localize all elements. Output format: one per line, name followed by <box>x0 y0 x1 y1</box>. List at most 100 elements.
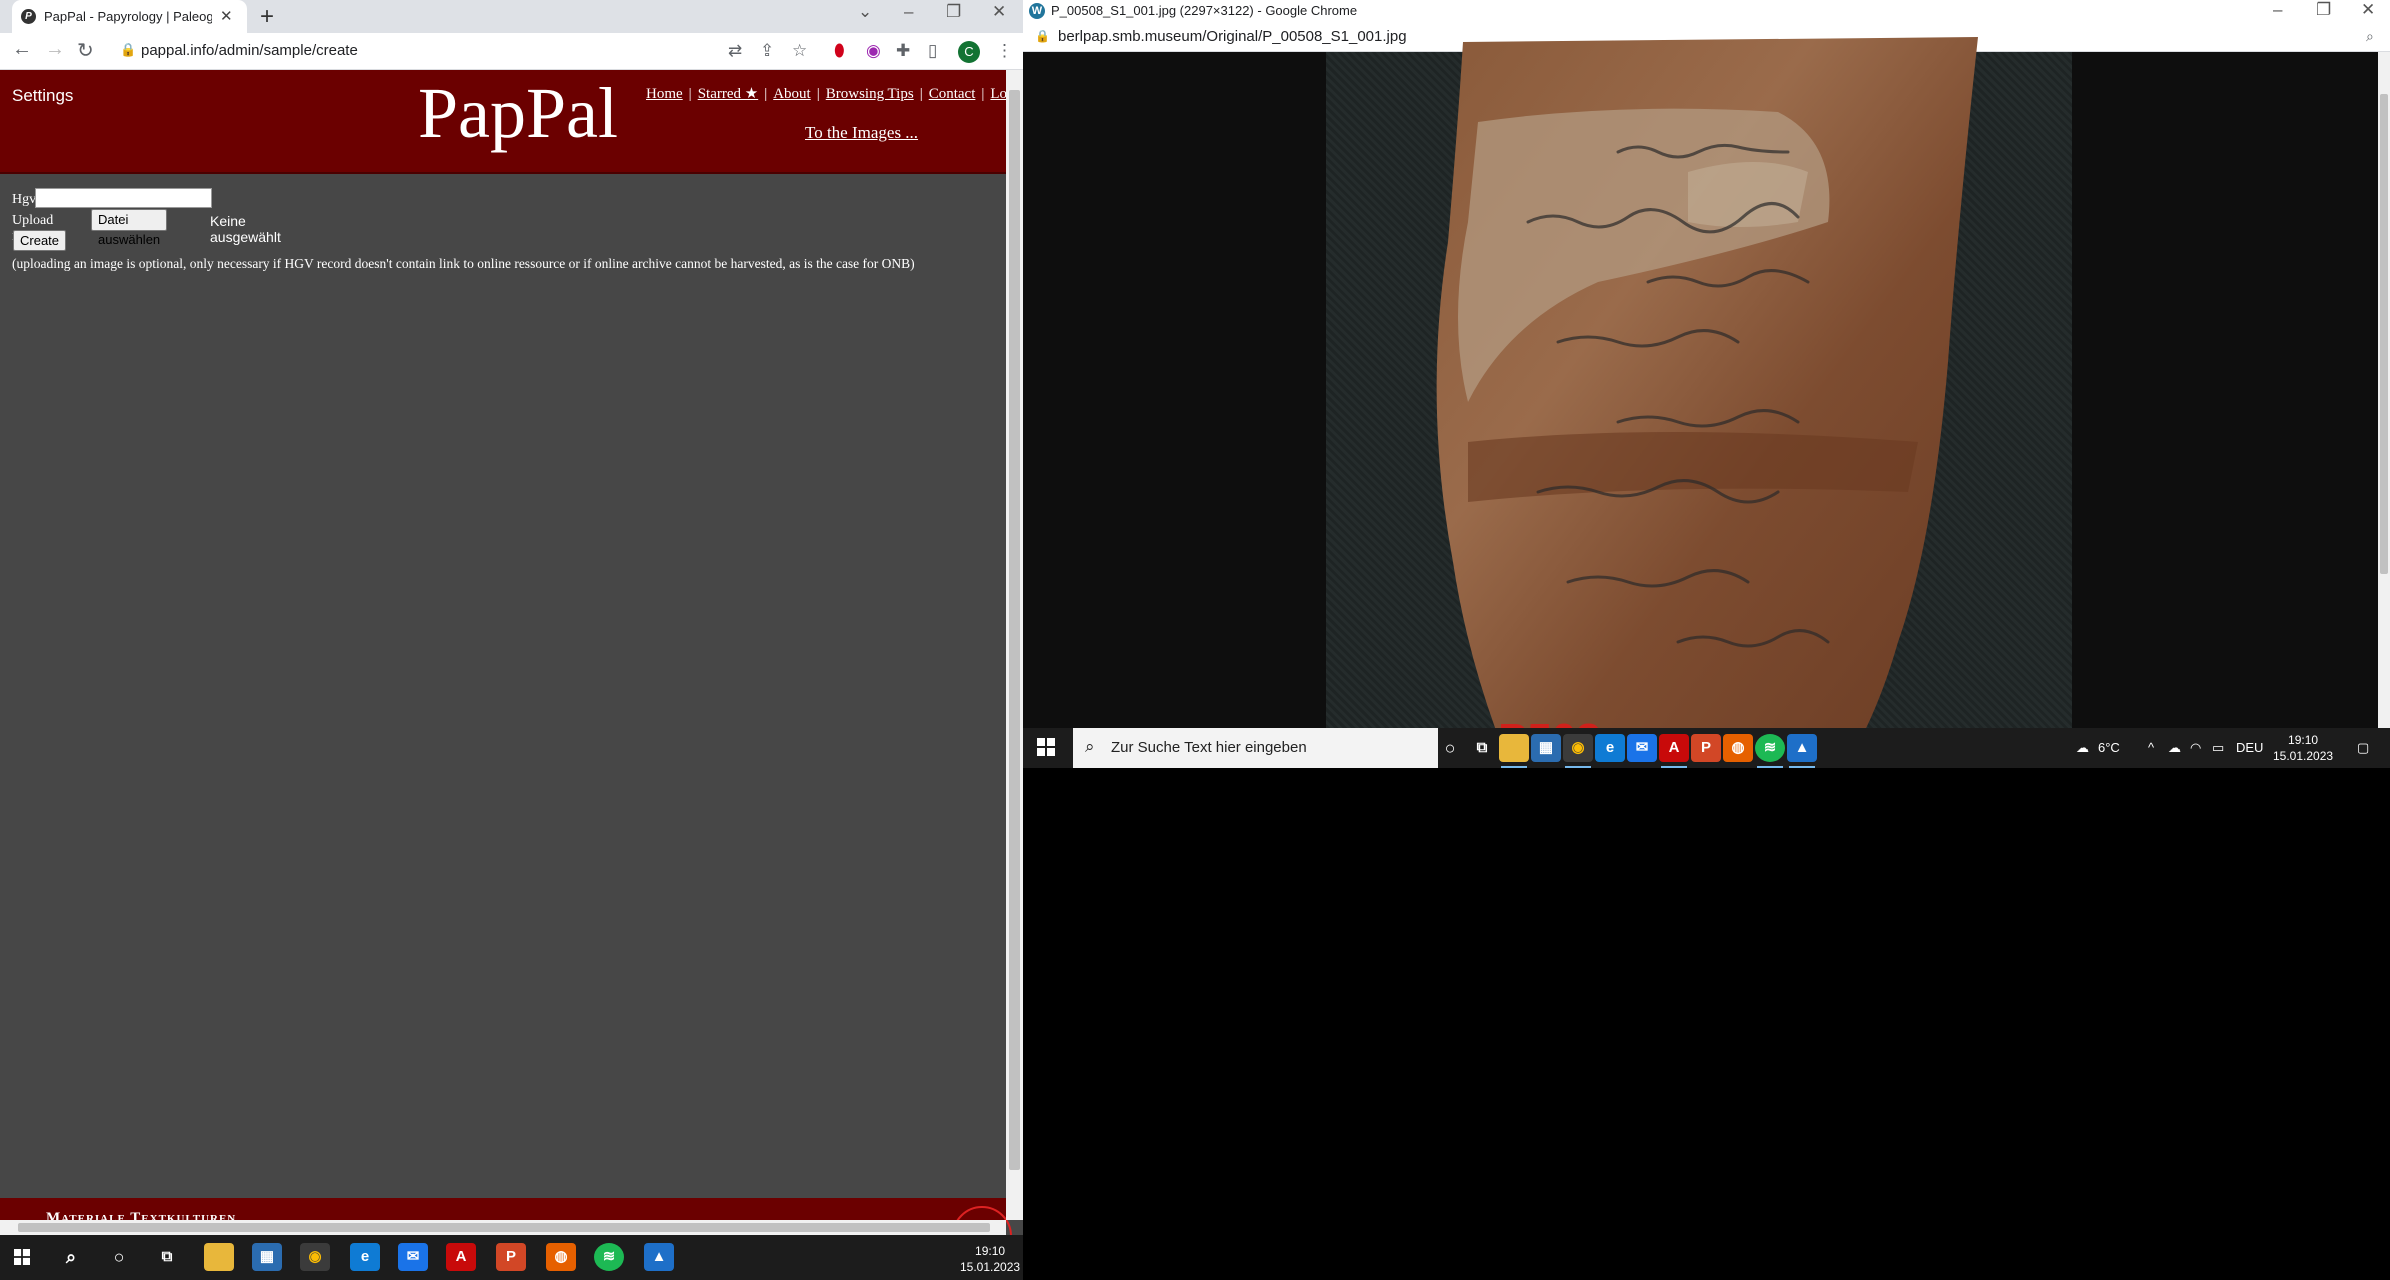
minimize-icon[interactable]: – <box>2273 0 2282 20</box>
address-bar[interactable]: pappal.info/admin/sample/create <box>141 42 358 59</box>
firefox-icon[interactable]: ◍ <box>1723 734 1753 762</box>
tab-title: PapPal - Papyrology | Paleography <box>44 9 212 24</box>
clock-time: 19:10 <box>2288 733 2319 747</box>
task-view-icon[interactable]: ⧉ <box>1467 734 1497 762</box>
close-window-icon[interactable]: ✕ <box>992 2 1006 22</box>
menu-icon[interactable]: ⋮ <box>996 41 1013 61</box>
powerpoint-icon[interactable]: P <box>1691 734 1721 762</box>
close-window-icon[interactable]: ✕ <box>2361 0 2375 20</box>
upload-note: (uploading an image is optional, only ne… <box>12 256 915 271</box>
wifi-icon[interactable]: ◠ <box>2190 740 2201 756</box>
wordpress-icon: W <box>1029 3 1045 19</box>
edge-icon[interactable]: e <box>350 1243 380 1271</box>
create-button[interactable]: Create <box>13 230 67 251</box>
language-indicator[interactable]: DEU <box>2236 740 2263 755</box>
spotify-icon[interactable]: ≋ <box>1755 734 1785 768</box>
task-view-icon[interactable]: ⧉ <box>152 1243 182 1271</box>
onedrive-icon[interactable]: ☁ <box>2168 740 2181 756</box>
nav-home[interactable]: Home <box>646 86 683 102</box>
tab-search-icon[interactable]: ⌄ <box>858 2 872 22</box>
cortana-icon[interactable]: ○ <box>104 1243 134 1271</box>
choose-file-button[interactable]: Datei auswählen <box>91 209 168 247</box>
vertical-scroll-thumb[interactable] <box>2380 94 2388 574</box>
file-explorer-icon[interactable] <box>1499 734 1529 768</box>
acrobat-icon[interactable]: A <box>1659 734 1689 768</box>
chrome-icon[interactable]: ◉ <box>1563 734 1593 768</box>
right-browser-window: W P_00508_S1_001.jpg (2297×3122) - Googl… <box>1023 0 2390 728</box>
clock-time: 19:10 <box>975 1244 1006 1258</box>
site-header: Settings PapPal Home | Starred ★ | About | Bro… <box>0 70 1023 174</box>
cortana-icon[interactable]: ○ <box>1435 734 1465 762</box>
back-icon[interactable]: ← <box>12 38 32 61</box>
mail-icon[interactable]: ✉ <box>398 1243 428 1271</box>
profile-avatar[interactable]: C <box>958 41 980 63</box>
edge-icon[interactable]: e <box>1595 734 1625 762</box>
extension-purple-icon[interactable]: ◉ <box>866 41 881 61</box>
clock-date: 15.01.2023 <box>960 1260 1021 1274</box>
lock-icon[interactable]: 🔒 <box>120 42 136 58</box>
windows-start-icon[interactable] <box>1037 738 1055 756</box>
nav-starred[interactable]: Starred ★ <box>698 86 759 102</box>
taskbar-clock[interactable]: 19:10 15.01.2023 <box>2273 732 2333 764</box>
nav-about[interactable]: About <box>773 86 811 102</box>
chrome-icon[interactable]: ◉ <box>300 1243 330 1271</box>
hgv-label: Hgv <box>12 192 37 207</box>
lock-icon[interactable]: 🔒 <box>1035 29 1050 43</box>
zoom-icon[interactable]: ⌕ <box>2366 28 2374 45</box>
tab-close-icon[interactable]: ✕ <box>220 7 233 25</box>
powerpoint-icon[interactable]: P <box>496 1243 526 1271</box>
share-icon[interactable]: ⇪ <box>760 41 774 61</box>
minimize-icon[interactable]: – <box>904 2 913 22</box>
to-the-images-link[interactable]: To the Images ... <box>805 123 918 143</box>
image-viewer: P508 <box>1023 37 2378 728</box>
photos-icon[interactable]: ▲ <box>1787 734 1817 768</box>
file-status-text: Keine ausgewählt <box>210 213 281 245</box>
vertical-scroll-thumb[interactable] <box>1009 90 1020 1170</box>
windows-start-icon[interactable] <box>14 1249 30 1265</box>
nav-browsing-tips[interactable]: Browsing Tips <box>826 86 914 102</box>
tab-strip: P PapPal - Papyrology | Paleography ✕ + … <box>0 0 1023 33</box>
forward-icon[interactable]: → <box>45 38 65 61</box>
left-browser-window: P PapPal - Papyrology | Paleography ✕ + … <box>0 0 1023 1235</box>
taskbar-clock[interactable]: 19:10 15.01.2023 <box>960 1243 1020 1275</box>
photos-icon[interactable]: ▲ <box>644 1243 674 1271</box>
bookmark-star-icon[interactable]: ☆ <box>792 41 807 61</box>
file-explorer-icon[interactable] <box>204 1243 234 1271</box>
window-title-bar: W P_00508_S1_001.jpg (2297×3122) - Googl… <box>1023 0 2390 22</box>
translate-icon[interactable]: ⇄ <box>728 41 742 61</box>
extension-red-icon[interactable]: ⬮ <box>834 41 845 61</box>
top-navigation: Home | Starred ★ | About | Browsing Tips | Conta… <box>646 84 1023 103</box>
horizontal-scroll-thumb[interactable] <box>18 1223 990 1232</box>
extensions-puzzle-icon[interactable]: ✚ <box>896 41 910 61</box>
nav-contact[interactable]: Contact <box>929 86 976 102</box>
mail-icon[interactable]: ✉ <box>1627 734 1657 762</box>
address-bar[interactable]: berlpap.smb.museum/Original/P_00508_S1_0… <box>1058 28 1407 45</box>
side-panel-icon[interactable]: ▯ <box>928 41 937 61</box>
new-tab-icon[interactable]: + <box>260 3 274 31</box>
settings-link[interactable]: Settings <box>12 86 73 106</box>
restore-icon[interactable]: ❐ <box>946 2 961 22</box>
spotify-icon[interactable]: ≋ <box>594 1243 624 1271</box>
taskbar-search-box[interactable]: ⌕ Zur Suche Text hier eingeben <box>1073 728 1438 768</box>
tray-chevron-icon[interactable]: ^ <box>2148 740 2154 755</box>
reload-icon[interactable]: ↻ <box>77 38 94 63</box>
search-icon[interactable]: ⌕ <box>56 1243 86 1271</box>
site-logo[interactable]: PapPal <box>418 72 618 155</box>
ostracon-image[interactable]: P508 <box>1358 22 1998 728</box>
taskbar-search-placeholder: Zur Suche Text hier eingeben <box>1111 739 1307 756</box>
restore-icon[interactable]: ❐ <box>2316 0 2331 20</box>
notifications-icon[interactable]: ▢ <box>2357 740 2369 756</box>
firefox-icon[interactable]: ◍ <box>546 1243 576 1271</box>
clock-date: 15.01.2023 <box>2273 749 2334 763</box>
weather-temperature[interactable]: 6°C <box>2098 740 2120 755</box>
tab-pappal[interactable]: P PapPal - Papyrology | Paleography ✕ <box>12 0 247 33</box>
weather-icon[interactable]: ☁ <box>2076 740 2089 756</box>
hgv-input[interactable] <box>35 188 212 208</box>
store-icon[interactable]: ▦ <box>1531 734 1561 762</box>
search-icon: ⌕ <box>1085 737 1095 756</box>
battery-icon[interactable]: ▭ <box>2212 740 2224 756</box>
acrobat-icon[interactable]: A <box>446 1243 476 1271</box>
page-content: Settings PapPal Home | Starred ★ | About | Bro… <box>0 70 1023 1235</box>
store-icon[interactable]: ▦ <box>252 1243 282 1271</box>
browser-toolbar: ← → ↻ 🔒 pappal.info/admin/sample/create … <box>0 33 1023 70</box>
